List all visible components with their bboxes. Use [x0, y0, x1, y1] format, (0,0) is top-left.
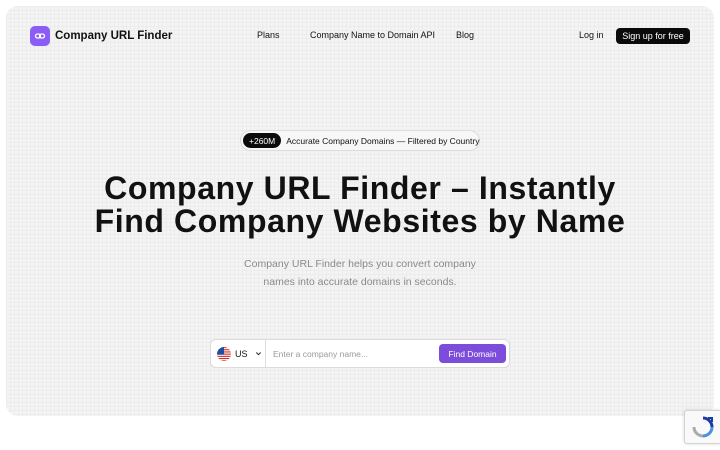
nav-link-api[interactable]: Company Name to Domain API — [310, 30, 435, 40]
country-select[interactable]: US — [211, 340, 266, 367]
pill-text: Accurate Company Domains — Filtered by C… — [286, 135, 480, 146]
chevron-down-icon — [255, 352, 261, 356]
login-link[interactable]: Log in — [579, 30, 604, 40]
company-name-input[interactable] — [273, 346, 433, 362]
us-flag-icon — [217, 346, 231, 361]
brand-name: Company URL Finder — [55, 30, 173, 42]
announcement-pill: +260M Accurate Company Domains — Filtere… — [240, 130, 480, 151]
find-domain-button[interactable]: Find Domain — [439, 344, 506, 363]
domain-search-form: US Find Domain — [210, 339, 510, 368]
recaptcha-badge[interactable] — [684, 410, 720, 444]
subtitle-line-2: names into accurate domains in seconds. — [263, 276, 457, 288]
nav-link-blog[interactable]: Blog — [456, 30, 474, 40]
nav-link-plans[interactable]: Plans — [257, 30, 280, 40]
recaptcha-icon — [692, 416, 713, 438]
title-line-1: Company URL Finder – Instantly — [104, 170, 616, 206]
brand-logo-link[interactable]: Company URL Finder — [30, 26, 172, 46]
signup-button[interactable]: Sign up for free — [616, 28, 690, 44]
subtitle-line-1: Company URL Finder helps you convert com… — [244, 258, 476, 270]
count-badge: +260M — [243, 133, 282, 148]
country-code: US — [235, 348, 248, 359]
page-title: Company URL Finder – Instantly Find Comp… — [60, 172, 660, 238]
page-subtitle: Company URL Finder helps you convert com… — [220, 255, 500, 291]
title-line-2: Find Company Websites by Name — [94, 203, 626, 239]
top-navbar: Company URL Finder Plans Company Name to… — [0, 0, 720, 72]
link-icon — [30, 26, 50, 46]
